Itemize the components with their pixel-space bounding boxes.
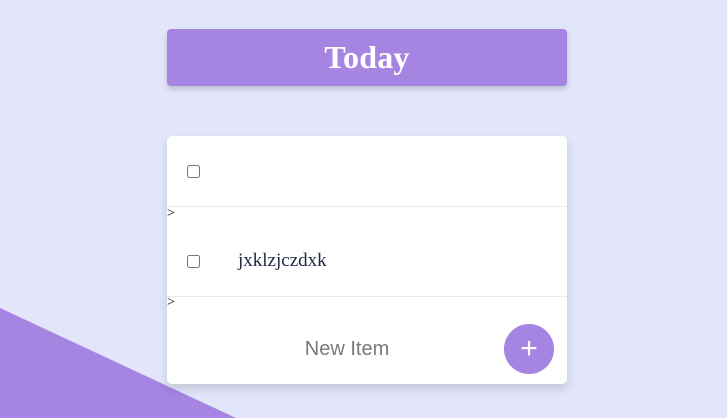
- stray-marker: >: [167, 295, 175, 310]
- todo-item-text: jxklzjczdxk: [238, 250, 327, 271]
- new-item-input[interactable]: [187, 328, 507, 370]
- add-item-button[interactable]: +: [504, 324, 554, 374]
- todo-item: jxklzjczdxk: [167, 226, 567, 297]
- stray-marker: >: [167, 206, 175, 221]
- todo-item-checkbox[interactable]: [187, 254, 200, 268]
- page-title: Today: [324, 39, 410, 75]
- todo-list-card: > jxklzjczdxk > +: [167, 136, 567, 384]
- plus-icon: +: [520, 332, 538, 365]
- todo-item-checkbox[interactable]: [187, 164, 200, 178]
- page-header: Today: [167, 29, 567, 86]
- todo-item: [167, 136, 567, 207]
